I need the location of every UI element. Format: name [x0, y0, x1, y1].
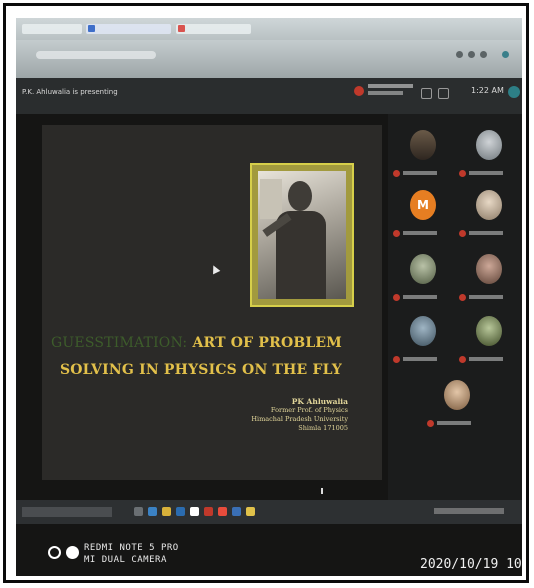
app-icon[interactable] — [232, 507, 241, 516]
portrait-photo — [258, 171, 346, 299]
camera-logo-dot-icon — [66, 546, 79, 559]
participant-name — [403, 231, 437, 235]
extension-icon[interactable] — [480, 51, 487, 58]
chalkboard — [260, 179, 282, 219]
author-block: PK Ahluwalia Former Prof. of Physics Him… — [251, 397, 348, 433]
participant-badge-icon — [459, 356, 466, 363]
browser-icon[interactable] — [218, 507, 227, 516]
participant-name — [469, 231, 503, 235]
extension-icon[interactable] — [468, 51, 475, 58]
participant-tile[interactable] — [458, 186, 518, 242]
browser-tab[interactable] — [22, 24, 82, 34]
participant-tile[interactable] — [458, 126, 518, 182]
author-university: Himachal Pradesh University — [251, 415, 348, 423]
participant-name — [403, 171, 437, 175]
author-city: Shimla 171005 — [298, 424, 348, 432]
taskview-icon[interactable] — [134, 507, 143, 516]
participant-avatar — [476, 190, 502, 220]
participant-badge-icon — [459, 230, 466, 237]
app-icon[interactable] — [190, 507, 199, 516]
participant-badge-icon — [354, 86, 364, 96]
participant-avatar — [410, 254, 436, 284]
avatar-initial: M — [417, 198, 429, 212]
browser-tab[interactable] — [176, 24, 251, 34]
presentation-slide: GUESSTIMATION: ART OF PROBLEM SOLVING IN… — [42, 125, 382, 480]
participant-tile[interactable] — [392, 126, 452, 182]
participant-tile[interactable] — [392, 312, 452, 368]
participant-badge-icon — [393, 170, 400, 177]
tab-favicon-icon — [178, 25, 185, 32]
extension-icon[interactable] — [456, 51, 463, 58]
meeting-timer: 1:22 AM — [471, 86, 504, 95]
participant-tile[interactable]: M — [392, 186, 452, 242]
participant-badge-icon — [393, 230, 400, 237]
participant-avatar: M — [410, 190, 436, 220]
participant-avatar — [476, 254, 502, 284]
layout-icon[interactable] — [438, 88, 449, 99]
participant-name — [469, 295, 503, 299]
profile-icon[interactable] — [502, 51, 509, 58]
participant-video — [410, 130, 436, 160]
camera-logo-ring-icon — [48, 546, 61, 559]
mouse-pointer-icon — [209, 263, 221, 275]
tab-favicon-icon — [88, 25, 95, 32]
camera-label-text: MI DUAL CAMERA — [84, 555, 167, 565]
slide-title-part: ART OF PROBLEM — [192, 335, 342, 351]
participant-badge-icon — [459, 170, 466, 177]
participant-name — [469, 357, 503, 361]
photo-timestamp: 2020/10/19 10:38 — [420, 557, 522, 572]
participant-badge-icon — [459, 294, 466, 301]
person-head — [288, 181, 312, 211]
author-title: Former Prof. of Physics — [270, 406, 348, 414]
participant-tile[interactable] — [458, 312, 518, 368]
app-icon[interactable] — [148, 507, 157, 516]
participant-avatar — [444, 380, 470, 410]
camera-model-text: REDMI NOTE 5 PRO — [84, 543, 179, 553]
system-tray[interactable] — [434, 508, 504, 514]
app-icon[interactable] — [246, 507, 255, 516]
url-field[interactable] — [36, 51, 156, 59]
photo-frame: P.K. Ahluwalia is presenting 1:22 AM GUE… — [3, 3, 529, 583]
presenter-banner: P.K. Ahluwalia is presenting — [22, 88, 118, 96]
browser-address-bar — [16, 40, 522, 78]
participant-badge-icon — [393, 356, 400, 363]
app-icon[interactable] — [176, 507, 185, 516]
participant-badge-icon — [393, 294, 400, 301]
header-status-text — [368, 91, 403, 95]
account-avatar[interactable] — [508, 86, 520, 98]
folder-icon[interactable] — [162, 507, 171, 516]
participant-name — [469, 171, 503, 175]
author-name: PK Ahluwalia — [291, 397, 348, 406]
participant-tile[interactable] — [458, 250, 518, 306]
participant-name — [403, 357, 437, 361]
pin-icon[interactable] — [421, 88, 432, 99]
participant-badge-icon — [427, 420, 434, 427]
slide-title-line-1: GUESSTIMATION: ART OF PROBLEM — [42, 335, 342, 351]
slide-title-line-2: SOLVING IN PHYSICS ON THE FLY — [59, 362, 342, 378]
slide-title-keyword: GUESSTIMATION: — [51, 335, 188, 351]
participant-avatar — [410, 316, 436, 346]
portrait-frame — [250, 163, 354, 307]
participant-name — [403, 295, 437, 299]
participant-name — [437, 421, 471, 425]
header-status-text — [368, 84, 413, 88]
participant-avatar — [476, 316, 502, 346]
participant-tile[interactable] — [392, 250, 452, 306]
taskbar-search[interactable] — [22, 507, 112, 517]
browser-tab-bar — [16, 18, 522, 40]
app-icon[interactable] — [204, 507, 213, 516]
participants-panel: M — [388, 114, 522, 524]
participant-tile[interactable] — [426, 376, 486, 432]
text-cursor-icon — [321, 488, 323, 494]
photo-of-screen: P.K. Ahluwalia is presenting 1:22 AM GUE… — [16, 18, 522, 576]
browser-tab-active[interactable] — [86, 24, 171, 34]
participant-avatar — [476, 130, 502, 160]
